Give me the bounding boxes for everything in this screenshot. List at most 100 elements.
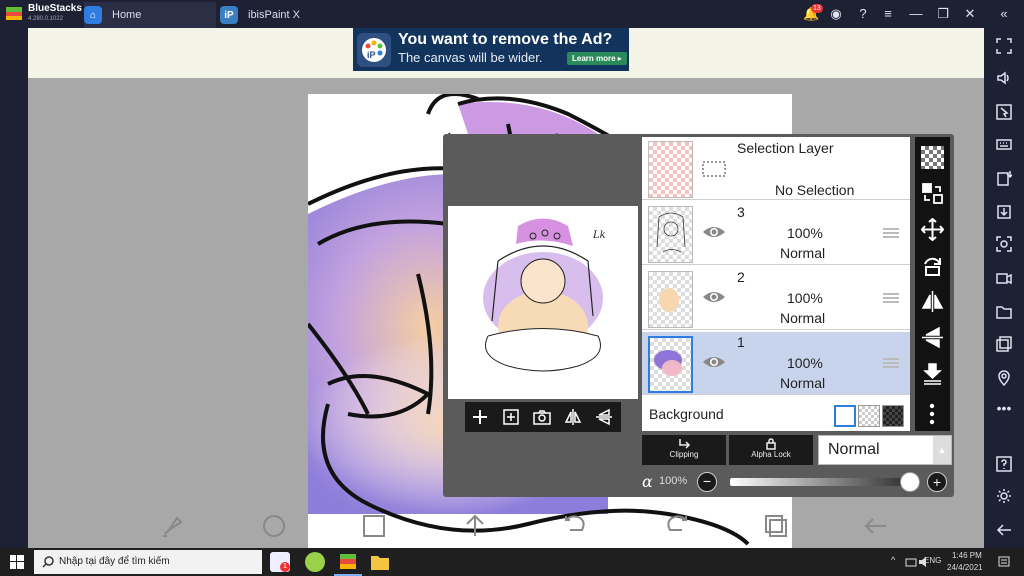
duplicate-layer-icon[interactable] <box>502 408 520 426</box>
back-arrow-icon[interactable] <box>996 522 1012 538</box>
layer-opacity: 100% <box>787 355 823 371</box>
keyboard-icon[interactable] <box>996 136 1012 152</box>
opacity-decrease-button[interactable]: − <box>697 472 717 492</box>
home-icon: ⌂ <box>84 6 102 24</box>
drag-handle-icon[interactable] <box>883 292 899 304</box>
file-explorer-icon[interactable] <box>370 552 390 572</box>
drag-handle-icon[interactable] <box>883 227 899 239</box>
background-white-option[interactable] <box>834 405 856 427</box>
ad-subtext: The canvas will be wider. <box>398 50 543 65</box>
ad-learn-more-button[interactable]: Learn more ▸ <box>567 52 627 65</box>
move-icon[interactable] <box>921 218 944 241</box>
layers-button-icon[interactable] <box>762 512 790 540</box>
screenshot-icon[interactable] <box>996 236 1012 252</box>
flip-horizontal-icon[interactable] <box>564 408 582 426</box>
undo-icon[interactable] <box>562 512 590 540</box>
layer-row[interactable]: 3 100% Normal <box>642 202 910 265</box>
more-icon[interactable]: ••• <box>996 400 1012 416</box>
windows-start-icon[interactable] <box>10 555 24 569</box>
close-icon[interactable]: ✕ <box>962 6 978 22</box>
settings-gear-icon[interactable] <box>996 488 1012 504</box>
location-icon[interactable] <box>996 370 1012 386</box>
notification-center-icon[interactable] <box>998 556 1010 568</box>
layer-panel: Lk Selection Layer No Selection 3 100% N… <box>443 134 954 497</box>
layer-opacity: 100% <box>787 225 823 241</box>
app-brand: BlueStacks <box>28 3 82 14</box>
collapse-sidebar-icon[interactable]: « <box>996 6 1012 22</box>
add-layer-icon[interactable] <box>471 408 489 426</box>
preview-toolbar <box>465 402 621 432</box>
bluestacks-taskbar-icon[interactable] <box>338 552 358 572</box>
ad-banner[interactable]: iP You want to remove the Ad? The canvas… <box>353 28 629 71</box>
apk-file-icon[interactable] <box>996 204 1012 220</box>
flip-layer-vertical-icon[interactable] <box>921 326 944 349</box>
merge-down-icon[interactable] <box>921 362 944 385</box>
ibispaint-app: iP You want to remove the Ad? The canvas… <box>28 28 984 548</box>
tray-chevron-icon[interactable]: ^ <box>891 555 895 565</box>
bluestacks-sidebar: ••• <box>984 28 1024 548</box>
layer-thumbnail <box>648 206 693 263</box>
opacity-slider-knob[interactable] <box>900 472 920 492</box>
layer-list: Selection Layer No Selection 3 100% Norm… <box>642 137 910 431</box>
menu-icon[interactable]: ≡ <box>880 6 896 22</box>
selection-layer-row[interactable]: Selection Layer No Selection <box>642 137 910 200</box>
app-green-icon[interactable] <box>305 552 325 572</box>
svg-text:iP: iP <box>367 50 376 60</box>
camera-icon[interactable] <box>533 408 551 426</box>
opacity-increase-button[interactable]: + <box>927 472 947 492</box>
clock-date[interactable]: 24/4/2021 <box>947 563 983 572</box>
transparency-checker-icon[interactable] <box>921 146 944 169</box>
input-language[interactable]: ENG <box>924 556 941 565</box>
help-icon[interactable]: ? <box>855 6 871 22</box>
fullscreen-icon[interactable] <box>996 38 1012 54</box>
background-row[interactable]: Background <box>642 400 910 431</box>
layer-row[interactable]: 2 100% Normal <box>642 267 910 330</box>
clock-time[interactable]: 1:46 PM <box>952 551 982 560</box>
alpha-lock-icon <box>766 438 776 450</box>
background-dark-option[interactable] <box>882 405 904 427</box>
opacity-slider-track[interactable] <box>730 472 920 492</box>
tab-home[interactable]: ⌂ Home <box>84 2 216 28</box>
opacity-slider-row: α 100% − + <box>642 471 952 493</box>
visibility-eye-icon[interactable] <box>702 354 726 370</box>
tab-ibispaint[interactable]: iP ibisPaint X <box>220 2 350 28</box>
layer-row-selected[interactable]: 1 100% Normal <box>642 332 910 395</box>
layer-number: 2 <box>737 269 745 285</box>
install-apk-icon[interactable] <box>996 170 1012 186</box>
layer-number: 3 <box>737 204 745 220</box>
layer-transfer-icon[interactable] <box>921 182 944 205</box>
visibility-eye-icon[interactable] <box>702 224 726 240</box>
drag-handle-icon[interactable] <box>883 357 899 369</box>
back-icon[interactable] <box>862 512 890 540</box>
pointer-icon[interactable] <box>996 104 1012 120</box>
flip-layer-horizontal-icon[interactable] <box>921 290 944 313</box>
alpha-lock-button[interactable]: Alpha Lock <box>729 435 813 465</box>
taskbar-search-box[interactable]: Nhập tại đây để tìm kiếm <box>34 550 262 574</box>
color-swatch-icon[interactable] <box>360 512 388 540</box>
multi-instance-icon[interactable] <box>996 336 1012 352</box>
restore-icon[interactable]: ❐ <box>935 6 951 22</box>
record-video-icon[interactable] <box>996 270 1012 286</box>
minimize-icon[interactable]: — <box>908 6 924 22</box>
rotate-icon[interactable] <box>921 254 944 277</box>
svg-text:Lk: Lk <box>592 230 606 241</box>
layer-number: 1 <box>737 334 745 350</box>
brush-tool-icon[interactable] <box>159 512 187 540</box>
visibility-eye-icon[interactable] <box>702 289 726 305</box>
network-icon[interactable] <box>905 556 917 568</box>
clipping-button[interactable]: Clipping <box>642 435 726 465</box>
brush-size-icon[interactable] <box>260 512 288 540</box>
folder-icon[interactable] <box>996 304 1012 320</box>
flip-vertical-icon[interactable] <box>595 408 613 426</box>
blend-mode-value: Normal <box>828 441 880 458</box>
ibispaint-ad-logo-icon: iP <box>357 33 391 67</box>
blend-mode-select[interactable]: Normal ▲ <box>818 435 952 465</box>
redo-icon[interactable] <box>662 512 690 540</box>
help-sidebar-icon[interactable] <box>996 456 1012 472</box>
more-options-button[interactable] <box>915 394 950 431</box>
background-transparent-option[interactable] <box>858 405 880 427</box>
account-icon[interactable]: ◉ <box>828 6 844 22</box>
layer-blend-mode: Normal <box>780 245 826 261</box>
volume-icon[interactable] <box>996 70 1012 86</box>
move-up-arrow-icon[interactable] <box>461 512 489 540</box>
